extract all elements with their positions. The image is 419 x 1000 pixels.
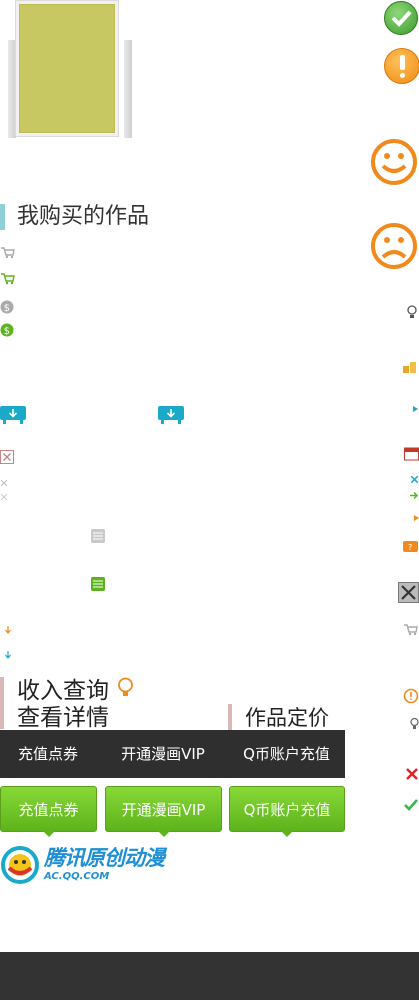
warning-circle-icon xyxy=(384,48,419,84)
smile-icon xyxy=(371,139,417,185)
cart-green-icon xyxy=(1,273,15,285)
svg-text:$: $ xyxy=(4,303,10,314)
arrow-down-blue-icon xyxy=(5,651,11,659)
recharge-coupon-tab[interactable]: 充值点券 xyxy=(0,730,96,778)
check-mark xyxy=(391,10,412,27)
close-square-icon[interactable] xyxy=(0,450,14,464)
logo-name: 腾讯原创动漫 xyxy=(44,846,165,870)
cover-image xyxy=(19,4,115,133)
logo-domain: AC.QQ.COM xyxy=(44,871,110,882)
button-pointer xyxy=(281,831,293,837)
open-vip-button[interactable]: 开通漫画VIP xyxy=(105,786,222,837)
qcoin-recharge-button[interactable]: Q币账户充值 xyxy=(229,786,345,837)
pricing-bar xyxy=(228,704,232,730)
footer-bar xyxy=(0,952,419,1000)
calendar-green-icon xyxy=(91,577,105,591)
button-pointer xyxy=(42,831,55,837)
cart-gray-icon xyxy=(1,247,15,259)
work-pricing-label[interactable]: 作品定价 xyxy=(245,705,329,731)
bulb-orange-icon xyxy=(118,677,133,696)
calendar-gray-icon xyxy=(91,529,105,543)
question-tag-icon: ? xyxy=(403,541,418,552)
qcoin-recharge-button-label: Q币账户充值 xyxy=(243,801,331,819)
recharge-tab-bar: 充值点券 开通漫画VIP Q币账户充值 xyxy=(0,730,345,778)
logo-emblem-icon xyxy=(1,846,39,884)
view-details-label[interactable]: 查看详情 xyxy=(17,705,109,731)
curtain-right xyxy=(124,40,132,138)
qcoin-recharge-tab[interactable]: Q币账户充值 xyxy=(228,730,345,778)
download-box-icon-alt[interactable] xyxy=(158,406,184,424)
income-bar xyxy=(0,677,4,729)
cart-gray-icon-right xyxy=(404,624,418,636)
svg-text:$: $ xyxy=(4,326,10,337)
tiny-x-icon-2 xyxy=(1,494,7,500)
info-circle-icon xyxy=(403,688,419,704)
coins-icon xyxy=(403,362,416,373)
section-title-text: 我购买的作品 xyxy=(17,204,150,229)
green-check-icon xyxy=(404,799,418,811)
open-vip-tab[interactable]: 开通漫画VIP xyxy=(104,730,222,778)
tiny-x-icon xyxy=(1,480,7,486)
section-title: 我购买的作品 xyxy=(0,204,149,230)
arrow-down-orange-icon xyxy=(5,626,11,634)
arrow-right-icon xyxy=(413,406,418,412)
calendar-icon xyxy=(404,447,419,461)
coin-green-icon: $ xyxy=(0,323,14,337)
tencent-comic-logo[interactable]: 腾讯原创动漫 AC.QQ.COM xyxy=(0,844,190,888)
recharge-coupon-button[interactable]: 充值点券 xyxy=(0,786,97,837)
arrow-orange-icon xyxy=(414,515,419,521)
open-vip-button-label: 开通漫画VIP xyxy=(121,801,206,819)
close-box-icon[interactable] xyxy=(398,582,419,603)
arrow-green-icon xyxy=(410,492,419,499)
recharge-coupon-button-label: 充值点券 xyxy=(18,801,79,819)
bulb-outline-icon xyxy=(407,305,417,318)
bulb-small-icon xyxy=(410,717,419,729)
sad-icon xyxy=(371,223,417,269)
coin-gray-icon: $ xyxy=(0,300,14,314)
small-close-icon xyxy=(411,476,418,483)
button-pointer xyxy=(157,831,170,837)
income-query-label[interactable]: 收入查询 xyxy=(17,678,109,704)
download-box-icon[interactable] xyxy=(0,406,26,424)
svg-text:?: ? xyxy=(408,543,412,552)
check-circle-icon xyxy=(384,1,418,35)
cover-placeholder xyxy=(15,0,119,137)
red-x-icon[interactable] xyxy=(406,768,418,780)
